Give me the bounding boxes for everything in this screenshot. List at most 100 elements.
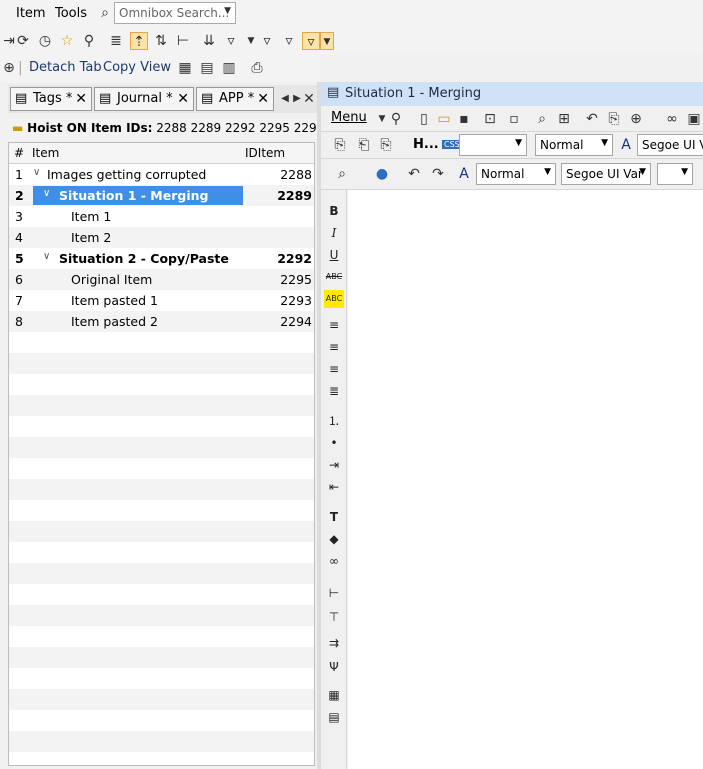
paragraph-style-select[interactable]: Normal ▼ <box>535 134 613 156</box>
chevron-down-icon[interactable]: ∨ <box>33 167 40 178</box>
chevron-down-icon[interactable]: ▼ <box>544 167 551 177</box>
filter-d-icon[interactable]: ▿ <box>280 32 298 50</box>
new-tab-icon[interactable]: ⊕ <box>0 59 18 77</box>
editor-menu-button[interactable]: Menu <box>331 110 367 125</box>
chevron-down-icon[interactable]: ▼ <box>601 138 608 148</box>
font-color-icon[interactable]: A <box>617 136 635 154</box>
undo-icon[interactable]: ↶ <box>405 165 423 183</box>
outline-icon[interactable]: ⊢ <box>174 32 192 50</box>
link-icon[interactable]: ∞ <box>324 552 344 570</box>
font-select[interactable]: Segoe UI Va <box>637 134 703 156</box>
font-color-icon[interactable]: A <box>455 165 473 183</box>
css-class-select[interactable]: ▼ <box>459 134 527 156</box>
filter-a-icon[interactable]: ▿ <box>258 32 276 50</box>
editor-body[interactable] <box>348 190 703 769</box>
find-icon[interactable]: ⚲ <box>387 110 405 128</box>
close-icon[interactable]: ✕ <box>75 88 87 110</box>
copy-icon[interactable]: ⎘ <box>331 136 349 154</box>
chevron-down-icon[interactable]: ▼ <box>320 32 334 50</box>
font-size-select[interactable]: ▼ <box>657 163 693 185</box>
table-row[interactable]: 7 Item pasted 1 2293 <box>9 290 314 311</box>
sort-icon[interactable]: ⇅ <box>152 32 170 50</box>
new-doc-icon[interactable]: ▯ <box>415 110 433 128</box>
tab-tags[interactable]: ▤ Tags * ✕ <box>10 87 92 111</box>
table-row[interactable]: 2 ∨ Situation 1 - Merging 2289 <box>9 185 314 206</box>
merge-icon[interactable]: ⇉ <box>324 634 344 652</box>
bold-icon[interactable]: B <box>324 202 344 220</box>
col-header-item[interactable]: Item <box>32 146 59 160</box>
clear-format-icon[interactable]: T <box>324 508 344 526</box>
copy-view-button[interactable]: Copy View <box>103 60 171 75</box>
paste-special-icon[interactable]: ⎘ <box>377 136 395 154</box>
align-left-icon[interactable]: ≡ <box>324 316 344 334</box>
align-right-icon[interactable]: ≡ <box>324 360 344 378</box>
add-circle-icon[interactable]: ● <box>373 165 391 183</box>
tab-app[interactable]: ▤ APP * ✕ <box>196 87 274 111</box>
chevron-down-icon[interactable]: ∨ <box>43 188 50 199</box>
filter-h-icon[interactable]: ▿ <box>302 32 320 50</box>
hoist-icon[interactable]: ⇡ <box>130 32 148 50</box>
detach-tab-button[interactable]: Detach Tab <box>29 60 102 75</box>
chevron-down-icon[interactable]: ▼ <box>515 138 522 148</box>
table-row[interactable]: 8 Item pasted 2 2294 <box>9 311 314 332</box>
zoom-icon[interactable]: ⊕ <box>627 110 645 128</box>
page-icon[interactable]: ▫ <box>505 110 523 128</box>
close-icon[interactable]: ✕ <box>177 88 189 110</box>
save-icon[interactable]: ▪ <box>455 110 473 128</box>
table-row[interactable]: 1 ∨ Images getting corrupted 2288 <box>9 164 314 185</box>
paragraph-style-select-2[interactable]: Normal ▼ <box>476 163 556 185</box>
indent-list-icon[interactable]: ≣ <box>107 32 125 50</box>
clock-icon[interactable]: ◷ <box>36 32 54 50</box>
underline-icon[interactable]: U <box>324 246 344 264</box>
justify-icon[interactable]: ≣ <box>324 382 344 400</box>
star-icon[interactable]: ☆ <box>58 32 76 50</box>
paste-icon[interactable]: ⎗ <box>355 136 373 154</box>
table-row[interactable]: 5 ∨ Situation 2 - Copy/Paste 2292 <box>9 248 314 269</box>
view-options-icon[interactable]: ▥ <box>220 59 238 77</box>
undo-icon[interactable]: ↶ <box>583 110 601 128</box>
tree-icon[interactable]: ⊤ <box>324 608 344 626</box>
table-row[interactable]: 3 Item 1 <box>9 206 314 227</box>
filter-list-icon[interactable]: ⇊ <box>200 32 218 50</box>
fill-color-icon[interactable]: ◆ <box>324 530 344 548</box>
tab-journal[interactable]: ▤ Journal * ✕ <box>94 87 194 111</box>
open-folder-icon[interactable]: ▭ <box>435 110 453 128</box>
close-icon[interactable]: ✕ <box>300 90 318 108</box>
menu-item[interactable]: Item <box>16 6 46 21</box>
table-icon[interactable]: ▦ <box>324 686 344 704</box>
chevron-down-icon[interactable]: ▼ <box>681 167 688 177</box>
font-select-2[interactable]: Segoe UI Var ▼ <box>561 163 651 185</box>
binoculars-icon[interactable]: ⌕ <box>333 165 351 183</box>
menu-tools[interactable]: Tools <box>55 6 87 21</box>
refresh-icon[interactable]: ⟳ <box>14 32 32 50</box>
split-icon[interactable]: Ψ <box>324 658 344 676</box>
document-icon[interactable]: ▤ <box>198 59 216 77</box>
table-row[interactable]: 6 Original Item 2295 <box>9 269 314 290</box>
filter-c-icon[interactable]: ▿ <box>222 32 240 50</box>
close-icon[interactable]: ✕ <box>257 88 269 110</box>
lock-icon[interactable]: ⊡ <box>481 110 499 128</box>
outdent-icon[interactable]: ⇤ <box>324 478 344 496</box>
numbered-list-icon[interactable]: ⒈ <box>324 412 344 430</box>
redo-icon[interactable]: ↷ <box>429 165 447 183</box>
omnibox-search[interactable]: Omnibox Search... ▼ <box>114 2 236 24</box>
bullet-list-icon[interactable]: • <box>324 434 344 452</box>
print-icon[interactable]: ⎙ <box>248 59 266 77</box>
paste-icon[interactable]: ⎘ <box>605 110 623 128</box>
preview-icon[interactable]: ⌕ <box>533 110 551 128</box>
calendar-icon[interactable]: ▦ <box>176 59 194 77</box>
col-header-iditem[interactable]: IDItem <box>245 146 285 160</box>
strikethrough-icon[interactable]: ABC <box>324 268 344 286</box>
insert-row-icon[interactable]: ⊢ <box>324 584 344 602</box>
image-icon[interactable]: ▣ <box>685 110 703 128</box>
binoculars-icon[interactable]: ⌕ <box>96 4 114 22</box>
chevron-down-icon[interactable]: ▼ <box>224 6 231 16</box>
table-props-icon[interactable]: ▤ <box>324 708 344 726</box>
indent-icon[interactable]: ⇥ <box>324 456 344 474</box>
col-header-num[interactable]: # <box>14 146 24 160</box>
italic-icon[interactable]: I <box>324 224 344 242</box>
fit-page-icon[interactable]: ⊞ <box>555 110 573 128</box>
table-row[interactable]: 4 Item 2 <box>9 227 314 248</box>
chevron-down-icon[interactable]: ▼ <box>639 167 646 177</box>
highlight-icon[interactable]: ABC <box>324 290 344 308</box>
